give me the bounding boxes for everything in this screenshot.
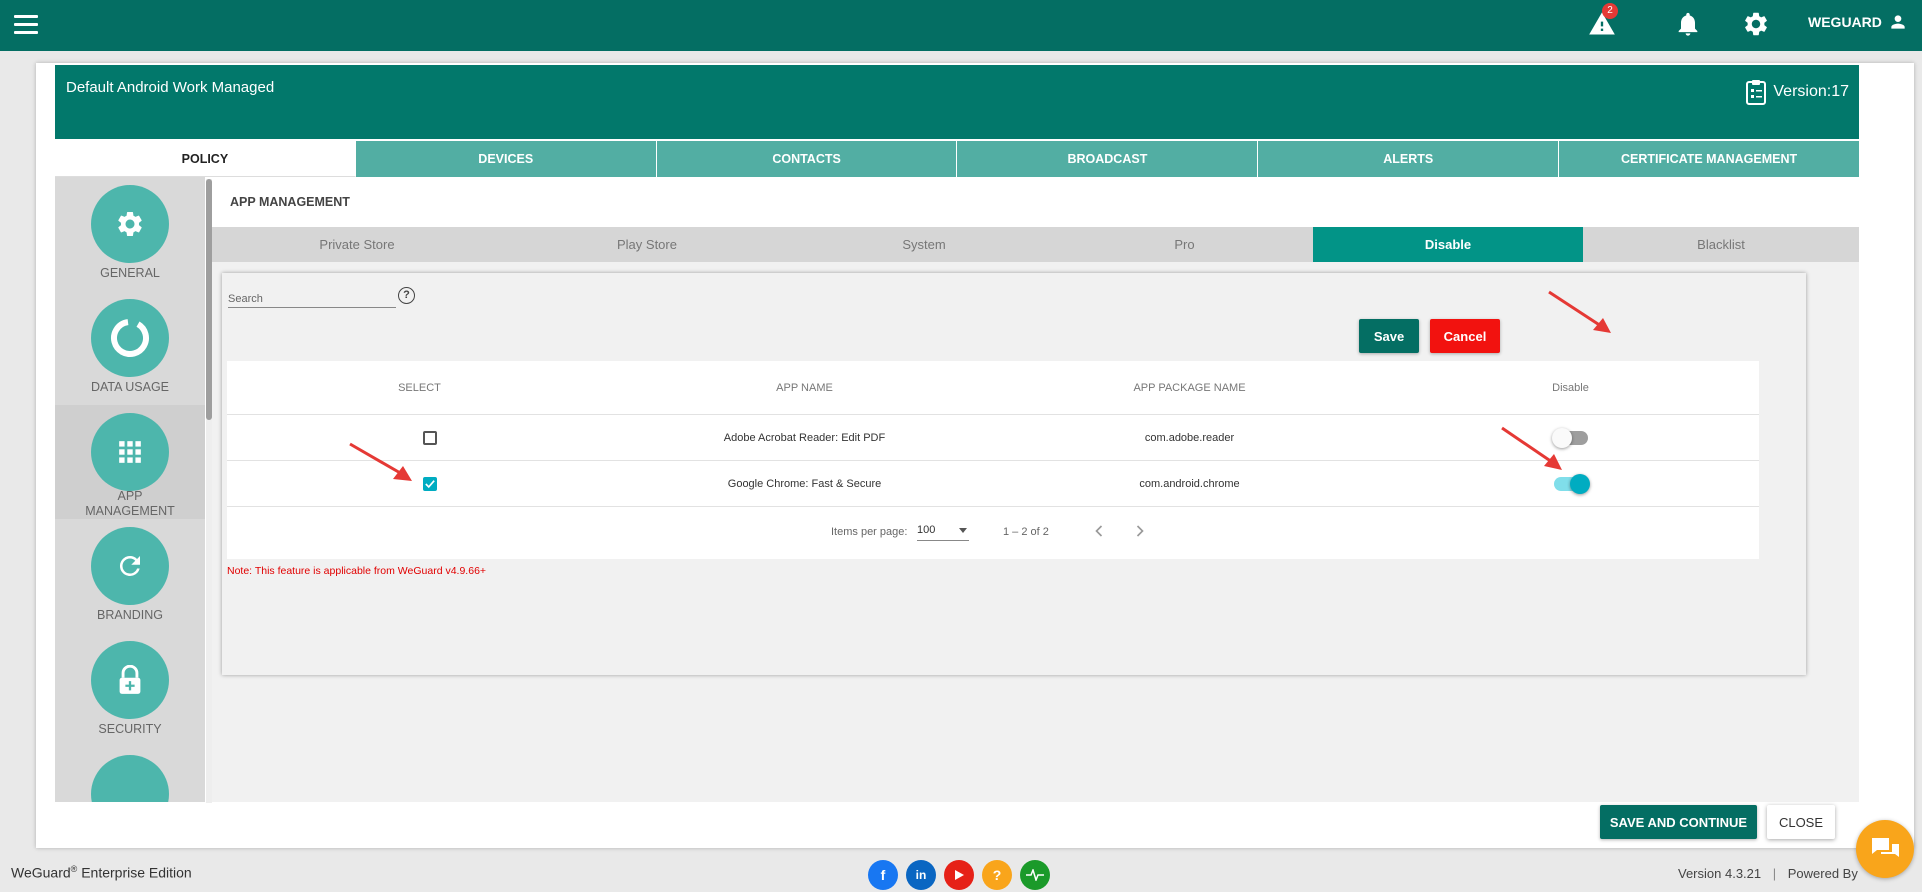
- feature-note: Note: This feature is applicable from We…: [227, 565, 487, 577]
- donut-icon: [91, 299, 169, 377]
- clipboard-icon: [1746, 80, 1767, 105]
- paginator: Items per page: 100 1 – 2 of 2: [227, 507, 1759, 559]
- save-button[interactable]: Save: [1359, 319, 1419, 353]
- brand-name: WeGuard: [11, 864, 71, 881]
- chat-icon[interactable]: [1856, 820, 1914, 878]
- tab-policy[interactable]: POLICY: [55, 141, 356, 177]
- help-icon[interactable]: ?: [398, 287, 415, 304]
- footer-version: Version 4.3.21 | Powered By: [1678, 866, 1858, 881]
- lock-icon: [91, 641, 169, 719]
- disable-apps-card: ? Save Cancel SELECT APP NAME APP PACKAG…: [222, 273, 1806, 675]
- tab-devices[interactable]: DEVICES: [355, 141, 657, 177]
- chevron-left-icon[interactable]: [1089, 521, 1109, 541]
- col-select: SELECT: [398, 381, 441, 394]
- tab-certificate-management[interactable]: CERTIFICATE MANAGEMENT: [1559, 141, 1859, 177]
- app-package: com.adobe.reader: [1144, 431, 1235, 444]
- sidebar-item-label: GENERAL: [100, 266, 160, 280]
- sidebar-item-data-usage[interactable]: DATA USAGE: [55, 291, 205, 405]
- items-per-page-value: 100: [917, 524, 936, 536]
- main-tabs: POLICY DEVICES CONTACTS BROADCAST ALERTS…: [55, 141, 1859, 177]
- disable-toggle[interactable]: [1551, 427, 1588, 448]
- gear-icon: [91, 185, 169, 263]
- apps-table: SELECT APP NAME APP PACKAGE NAME Disable…: [227, 361, 1759, 559]
- subtab-pro[interactable]: Pro: [1056, 227, 1313, 262]
- powered-by: Powered By: [1787, 866, 1858, 881]
- sidebar-item-label: DATA USAGE: [90, 380, 170, 394]
- grid-icon: [91, 413, 169, 491]
- app-name: Adobe Acrobat Reader: Edit PDF: [723, 431, 886, 444]
- caret-down-icon: [959, 528, 967, 533]
- policy-header: Default Android Work Managed Version:17: [55, 65, 1859, 139]
- sidebar-item-label: SECURITY: [98, 722, 162, 736]
- row-checkbox[interactable]: [422, 430, 437, 445]
- youtube-icon[interactable]: [944, 860, 974, 890]
- subtab-blacklist[interactable]: Blacklist: [1583, 227, 1859, 262]
- app-version: Version 4.3.21: [1678, 866, 1762, 881]
- sidebar-item-security[interactable]: SECURITY: [55, 633, 205, 747]
- app-management-panel: APP MANAGEMENT Private Store Play Store …: [212, 177, 1859, 802]
- linkedin-icon[interactable]: in: [906, 860, 936, 890]
- brand-text: WeGuard® Enterprise Edition: [11, 864, 192, 881]
- row-checkbox[interactable]: [422, 476, 437, 491]
- tab-alerts[interactable]: ALERTS: [1258, 141, 1560, 177]
- items-per-page-select[interactable]: 100: [917, 519, 969, 541]
- top-bar: 2 WEGUARD: [0, 0, 1922, 51]
- alert-count-badge: 2: [1602, 3, 1618, 19]
- app-package: com.android.chrome: [1139, 477, 1240, 490]
- policy-title: Default Android Work Managed: [66, 79, 275, 96]
- tab-broadcast[interactable]: BROADCAST: [957, 141, 1259, 177]
- table-row: Adobe Acrobat Reader: Edit PDF com.adobe…: [227, 415, 1759, 461]
- subtab-system[interactable]: System: [792, 227, 1056, 262]
- page-range: 1 – 2 of 2: [1003, 526, 1049, 538]
- chevron-right-icon[interactable]: [1130, 521, 1150, 541]
- policy-sidebar: GENERAL DATA USAGE APP MANAGEMENT BRANDI…: [55, 177, 205, 802]
- col-app-name: APP NAME: [776, 381, 833, 394]
- activity-icon[interactable]: [1020, 860, 1050, 890]
- sidebar-item-app-management[interactable]: APP MANAGEMENT: [55, 405, 205, 519]
- disable-toggle[interactable]: [1553, 473, 1590, 494]
- app-name: Google Chrome: Fast & Secure: [727, 477, 882, 490]
- check-icon: [424, 479, 435, 488]
- gear-icon[interactable]: [1742, 10, 1770, 38]
- version-label: Version:17: [1745, 79, 1849, 105]
- app-subtabs: Private Store Play Store System Pro Disa…: [212, 227, 1859, 262]
- subtab-private-store[interactable]: Private Store: [212, 227, 502, 262]
- search-input[interactable]: [228, 291, 396, 308]
- user-menu[interactable]: WEGUARD: [1808, 12, 1908, 32]
- sidebar-item-label: BRANDING: [97, 608, 163, 622]
- version-text: Version:17: [1773, 83, 1849, 100]
- refresh-icon: [91, 527, 169, 605]
- user-icon: [1891, 15, 1905, 29]
- sidebar-item-more[interactable]: [55, 747, 205, 802]
- subtab-play-store[interactable]: Play Store: [502, 227, 792, 262]
- sidebar-item-general[interactable]: GENERAL: [55, 177, 205, 291]
- sidebar-item-branding[interactable]: BRANDING: [55, 519, 205, 633]
- save-and-continue-button[interactable]: SAVE AND CONTINUE: [1600, 805, 1757, 839]
- table-row: Google Chrome: Fast & Secure com.android…: [227, 461, 1759, 507]
- tab-contacts[interactable]: CONTACTS: [656, 141, 958, 177]
- brand-edition: Enterprise Edition: [77, 864, 192, 881]
- help-circle-icon[interactable]: ?: [982, 860, 1012, 890]
- social-links: f in ?: [868, 860, 1050, 890]
- bell-icon[interactable]: [1674, 10, 1702, 38]
- cancel-button[interactable]: Cancel: [1430, 319, 1500, 353]
- close-button[interactable]: CLOSE: [1767, 805, 1835, 839]
- menu-icon[interactable]: [14, 15, 38, 35]
- more-circle-icon: [91, 755, 169, 802]
- bottom-bar: WeGuard® Enterprise Edition f in ? Versi…: [0, 856, 1922, 892]
- items-per-page-label: Items per page:: [831, 526, 908, 538]
- policy-modal: Default Android Work Managed Version:17 …: [36, 63, 1914, 848]
- table-header: SELECT APP NAME APP PACKAGE NAME Disable: [227, 361, 1759, 415]
- section-title: APP MANAGEMENT: [212, 177, 1859, 227]
- col-package-name: APP PACKAGE NAME: [1133, 381, 1246, 394]
- facebook-icon[interactable]: f: [868, 860, 898, 890]
- col-disable: Disable: [1552, 381, 1589, 394]
- sidebar-item-label: APP MANAGEMENT: [85, 489, 175, 518]
- user-name: WEGUARD: [1808, 14, 1882, 30]
- subtab-disable[interactable]: Disable: [1313, 227, 1583, 262]
